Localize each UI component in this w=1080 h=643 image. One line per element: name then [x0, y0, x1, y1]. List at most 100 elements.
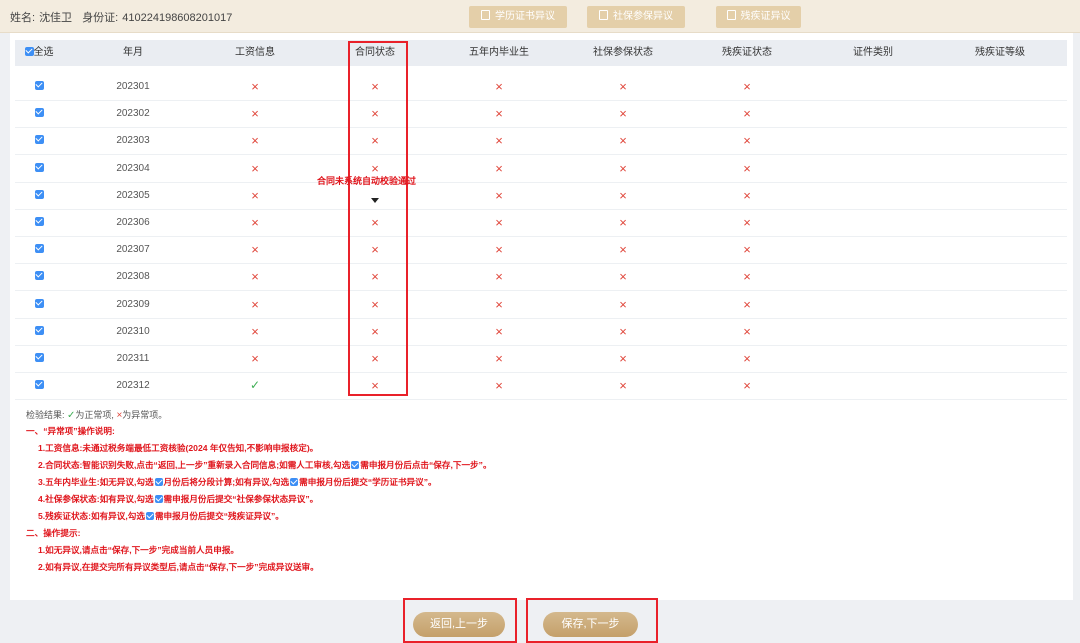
cross-icon: × [251, 133, 259, 149]
social-security-cell: × [583, 100, 663, 127]
disability-cell: × [707, 209, 787, 236]
row-checkbox[interactable] [19, 318, 59, 345]
month-cell: 202304 [116, 162, 150, 174]
social-security-cell: × [583, 127, 663, 154]
table-row: 202312 ✓ × × × × [15, 372, 1067, 401]
cross-icon: × [743, 215, 751, 230]
cross-icon: × [251, 187, 259, 203]
row-checkbox[interactable] [19, 291, 59, 318]
cross-icon: × [619, 106, 627, 122]
graduate-cell: × [459, 100, 539, 127]
graduate-cell: × [459, 345, 539, 372]
month-cell: 202312 [116, 380, 150, 392]
cross-icon: × [743, 323, 751, 339]
month-cell: 202309 [116, 298, 150, 310]
disability-cell: × [707, 127, 787, 154]
checkbox-checked-icon [34, 298, 44, 308]
row-checkbox[interactable] [19, 372, 59, 399]
document-icon [599, 10, 608, 20]
social-security-cell: × [583, 263, 663, 290]
checkbox-checked-icon [351, 461, 360, 469]
disability-cell: × [707, 345, 787, 372]
back-button[interactable]: 返回,上一步 [413, 612, 505, 637]
disability-dispute-button[interactable]: 残疾证异议 [716, 6, 801, 28]
checkbox-checked-icon [34, 108, 44, 118]
col-cert-type: 证件类别 [853, 47, 893, 58]
cross-icon: × [743, 378, 751, 394]
cross-icon: × [495, 160, 503, 176]
social-security-cell: × [583, 209, 663, 236]
table-row: 202306 × × × × × [15, 209, 1067, 237]
name-value: 沈佳卫 [39, 12, 73, 24]
table-row: 202302 × × × × × [15, 100, 1067, 129]
table-row: 202304 × × × × × [15, 155, 1067, 183]
cross-icon: × [743, 187, 751, 203]
note-disability: 5.残疾证状态:如有异议,勾选 需申报月份后提交“残疾证异议”。 [38, 511, 284, 521]
person-info: 姓名: 沈佳卫 身份证: 410224198608201017 [10, 9, 236, 25]
checkbox-checked-icon [34, 380, 44, 390]
row-checkbox[interactable] [19, 263, 59, 290]
check-icon: ✓ [249, 378, 261, 393]
wage-cell: × [215, 100, 295, 127]
cross-icon: × [495, 79, 503, 94]
cross-icon: × [743, 351, 751, 366]
cross-icon: × [619, 242, 627, 258]
month-cell: 202311 [116, 353, 150, 364]
person-info-bar: 姓名: 沈佳卫 身份证: 410224198608201017 学历证书异议 社保参… [0, 0, 1080, 33]
disability-cell: × [707, 182, 787, 209]
save-next-button[interactable]: 保存,下一步 [543, 612, 638, 637]
cross-icon: × [619, 351, 627, 366]
name-label: 姓名: [10, 12, 36, 24]
cross-icon: × [251, 269, 259, 285]
disability-cell: × [707, 73, 787, 100]
cross-icon: × [743, 133, 751, 149]
contract-tooltip: 合同未系统自动校验通过 [317, 176, 417, 186]
wage-cell: × [215, 73, 295, 100]
row-checkbox[interactable] [19, 155, 59, 182]
checkbox-checked-icon [154, 478, 163, 486]
month-cell: 202301 [116, 81, 150, 92]
row-checkbox[interactable] [19, 73, 59, 100]
cross-icon: × [619, 323, 627, 339]
section-1-title: 一、“异常项”操作说明: [26, 426, 115, 436]
checkbox-checked-icon [34, 162, 44, 172]
cross-icon: × [251, 215, 259, 230]
cross-icon: × [619, 269, 627, 285]
social-security-cell: × [583, 155, 663, 182]
cross-icon: × [495, 296, 503, 312]
cross-icon: × [743, 160, 751, 176]
social-security-cell: × [583, 236, 663, 263]
col-graduate: 五年内毕业生 [469, 47, 529, 58]
row-checkbox[interactable] [19, 127, 59, 154]
row-checkbox[interactable] [19, 345, 59, 372]
id-label: 身份证: [82, 12, 119, 24]
section-2-title: 二、操作提示: [26, 528, 81, 538]
month-cell: 202305 [116, 189, 150, 201]
social-security-cell: × [583, 345, 663, 372]
cross-icon: × [619, 296, 627, 312]
cross-icon: × [619, 79, 627, 94]
checkbox-checked-icon [24, 47, 34, 56]
cross-icon: × [743, 79, 751, 94]
col-month: 年月 [123, 47, 143, 58]
cross-icon: × [495, 242, 503, 258]
document-icon [481, 10, 490, 20]
graduate-cell: × [459, 318, 539, 345]
row-checkbox[interactable] [19, 100, 59, 127]
row-checkbox[interactable] [19, 209, 59, 236]
highlight-contract-column [348, 41, 408, 396]
month-cell: 202307 [116, 244, 150, 256]
cross-icon: × [251, 160, 259, 176]
row-checkbox[interactable] [19, 182, 59, 209]
disability-cell: × [707, 155, 787, 182]
social-security-dispute-button[interactable]: 社保参保异议 [587, 6, 685, 28]
education-dispute-button[interactable]: 学历证书异议 [469, 6, 567, 28]
row-checkbox[interactable] [19, 236, 59, 263]
disability-cell: × [707, 100, 787, 127]
cross-icon: × [495, 215, 503, 230]
graduate-cell: × [459, 155, 539, 182]
select-all-checkbox[interactable]: 全选 [19, 40, 59, 66]
cross-icon: × [251, 351, 259, 366]
id-value: 410224198608201017 [122, 12, 233, 24]
graduate-cell: × [459, 127, 539, 154]
